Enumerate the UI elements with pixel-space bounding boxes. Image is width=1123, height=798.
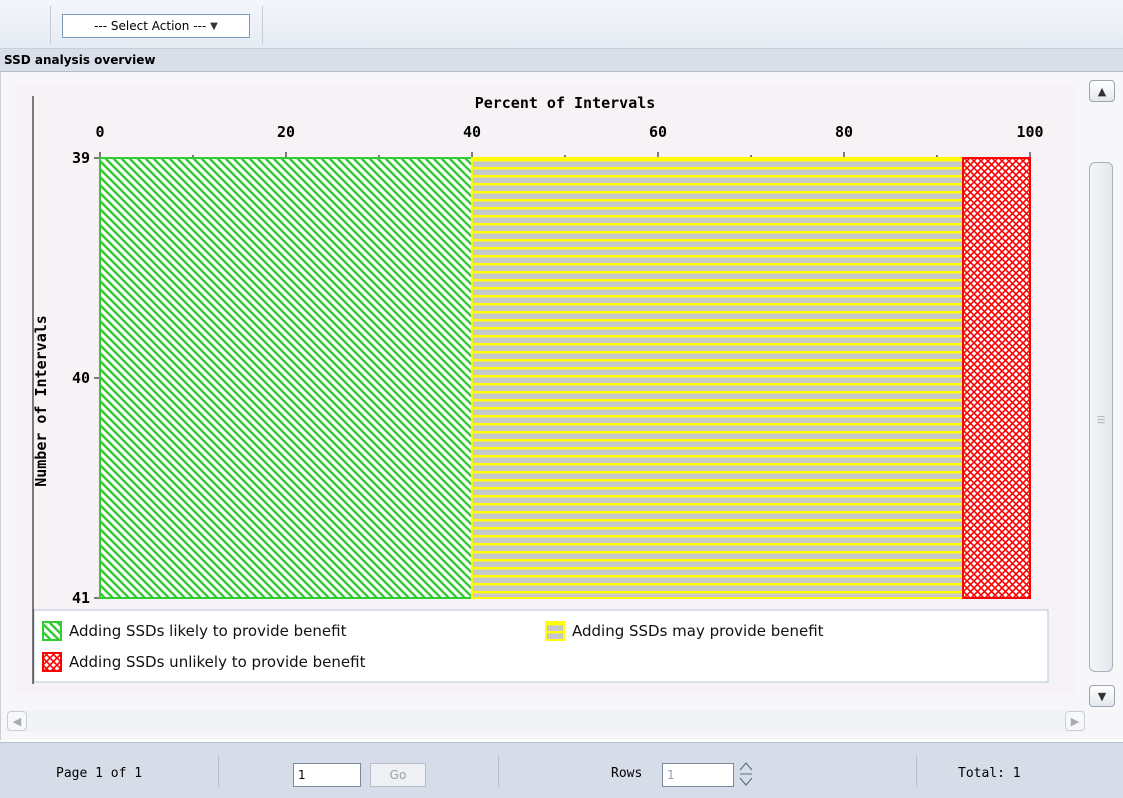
x-axis: 0 20 40 60 80 100 bbox=[95, 123, 1044, 159]
x-tick-label: 60 bbox=[649, 123, 667, 141]
x-tick-label: 80 bbox=[835, 123, 853, 141]
chart-panel: Percent of Intervals Number of Intervals… bbox=[15, 84, 1075, 694]
section-header: SSD analysis overview bbox=[0, 49, 1123, 72]
pagination-bar: Page 1 of 1 Go Rows Total: 1 bbox=[0, 742, 1123, 798]
scroll-up-button[interactable]: ▲ bbox=[1089, 80, 1115, 102]
toolbar: --- Select Action --- ▼ bbox=[0, 0, 1123, 49]
chevron-down-icon: ▼ bbox=[210, 20, 218, 32]
x-tick-label: 100 bbox=[1016, 123, 1043, 141]
section-title: SSD analysis overview bbox=[4, 53, 156, 67]
y-tick-label: 40 bbox=[72, 369, 90, 387]
footer-divider bbox=[916, 755, 917, 787]
horizontal-scrollbar[interactable]: ◀ ▶ bbox=[7, 710, 1085, 732]
grip-icon: — — — bbox=[1097, 412, 1105, 427]
scroll-right-button[interactable]: ▶ bbox=[1065, 711, 1085, 731]
x-axis-title: Percent of Intervals bbox=[475, 94, 656, 112]
legend-label: Adding SSDs likely to provide benefit bbox=[69, 622, 347, 640]
legend-box bbox=[33, 609, 1049, 683]
y-tick-label: 41 bbox=[72, 589, 90, 607]
chevron-up-icon[interactable] bbox=[739, 762, 753, 771]
legend-swatch bbox=[545, 621, 565, 641]
footer-divider bbox=[498, 755, 499, 787]
bar-segment-3 bbox=[962, 157, 1031, 599]
page-number-input[interactable] bbox=[293, 763, 361, 787]
rows-input[interactable] bbox=[662, 763, 734, 787]
toolbar-divider bbox=[262, 6, 263, 44]
y-axis: 39 40 41 bbox=[72, 149, 101, 607]
ssd-chart: Percent of Intervals Number of Intervals… bbox=[32, 94, 1049, 684]
page-info: Page 1 of 1 bbox=[56, 766, 143, 781]
bar-group bbox=[99, 157, 1031, 599]
chevron-down-icon[interactable] bbox=[739, 777, 753, 786]
y-axis-title: Number of Intervals bbox=[32, 315, 50, 487]
scrollbar-thumb[interactable]: — — — bbox=[1089, 162, 1113, 672]
bar-segment-1 bbox=[99, 157, 473, 599]
rows-label: Rows bbox=[611, 766, 643, 781]
x-tick-label: 0 bbox=[95, 123, 104, 141]
go-button[interactable]: Go bbox=[370, 763, 426, 787]
total-info: Total: 1 bbox=[958, 766, 1021, 781]
bar-segment-2 bbox=[471, 157, 965, 599]
vertical-scrollbar[interactable]: ▲ — — — ▼ bbox=[1086, 80, 1116, 710]
toolbar-divider bbox=[50, 6, 51, 44]
legend-label: Adding SSDs unlikely to provide benefit bbox=[69, 653, 366, 671]
content-pane: Percent of Intervals Number of Intervals… bbox=[0, 72, 1123, 740]
x-tick-label: 20 bbox=[277, 123, 295, 141]
legend-swatch bbox=[42, 621, 62, 641]
rows-stepper[interactable] bbox=[738, 757, 754, 791]
select-action-dropdown[interactable]: --- Select Action --- ▼ bbox=[62, 14, 250, 38]
footer-divider bbox=[218, 755, 219, 787]
legend-label: Adding SSDs may provide benefit bbox=[572, 622, 824, 640]
y-tick-label: 39 bbox=[72, 149, 90, 167]
scroll-down-button[interactable]: ▼ bbox=[1089, 685, 1115, 707]
legend-swatch bbox=[42, 652, 62, 672]
scroll-left-button[interactable]: ◀ bbox=[7, 711, 27, 731]
x-tick-label: 40 bbox=[463, 123, 481, 141]
select-action-label: --- Select Action --- bbox=[94, 19, 207, 33]
